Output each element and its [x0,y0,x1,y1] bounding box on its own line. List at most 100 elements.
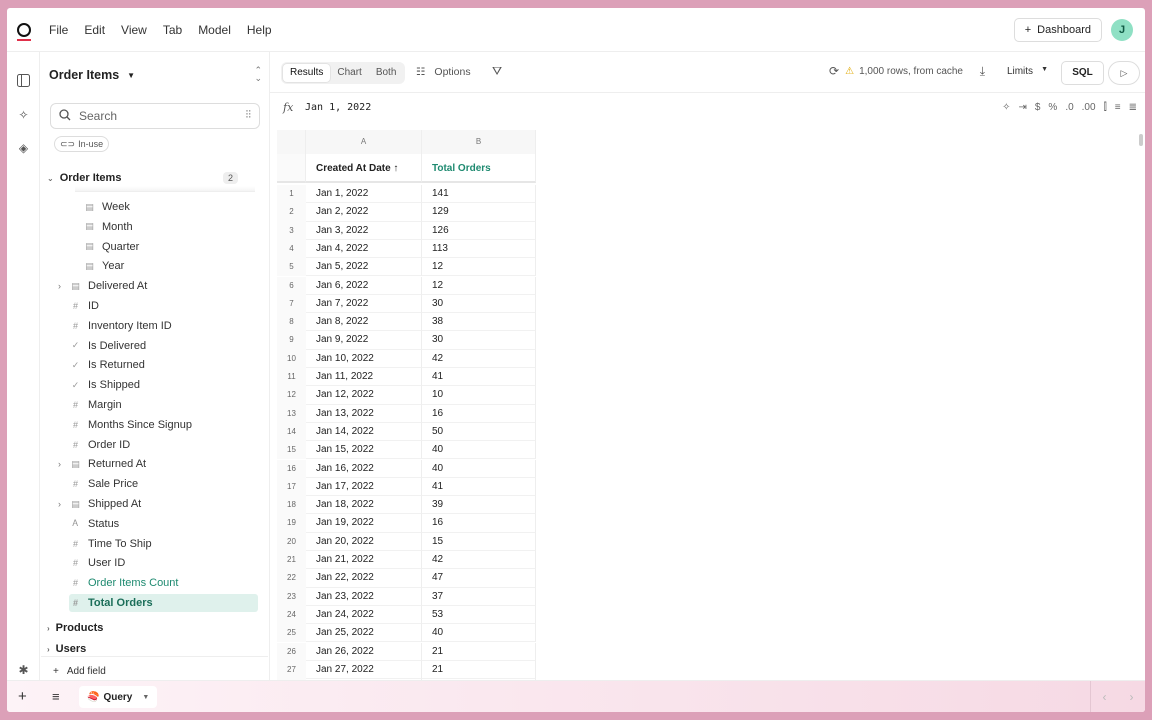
field-item[interactable]: › ▤ Delivered At [58,277,147,295]
table-cell[interactable]: 15 [422,532,536,551]
field-item[interactable]: # Order ID [71,436,130,454]
row-number[interactable]: 20 [277,532,306,551]
corner-cell[interactable] [277,130,306,154]
chevron-right-icon[interactable]: › [58,459,61,469]
refresh-icon[interactable]: ⟳ [829,64,839,78]
table-cell[interactable]: 16 [422,514,536,533]
table-cell[interactable]: Jan 8, 2022 [306,313,422,332]
options-button[interactable]: ☷ Options [416,66,471,78]
table-cell[interactable]: Jan 16, 2022 [306,459,422,478]
field-item[interactable]: # Sale Price [71,475,138,493]
avatar[interactable]: J [1111,19,1133,41]
menu-view[interactable]: View [121,23,147,37]
model-selector[interactable]: Order Items ▼ [49,68,135,82]
table-cell[interactable]: 40 [422,624,536,643]
tab-chart[interactable]: Chart [330,64,368,82]
table-cell[interactable]: Jan 10, 2022 [306,349,422,368]
table-cell[interactable]: 21 [422,642,536,661]
table-cell[interactable]: 50 [422,422,536,442]
row-number[interactable]: 14 [277,422,306,442]
header-total-orders[interactable]: Total Orders [422,154,536,183]
limits-dropdown[interactable]: Limits ▼ [1007,66,1048,77]
field-item[interactable]: Ꭺ Status [71,515,119,533]
group-products[interactable]: › Products [47,619,103,637]
field-item[interactable]: › ▤ Shipped At [58,495,141,513]
row-number[interactable]: 21 [277,551,306,570]
table-cell[interactable]: Jan 11, 2022 [306,368,422,387]
table-cell[interactable]: 12 [422,258,536,277]
row-number[interactable]: 6 [277,276,306,295]
table-cell[interactable]: 41 [422,477,536,497]
field-item[interactable]: ✓ Is Shipped [71,376,140,394]
table-cell[interactable]: Jan 18, 2022 [306,496,422,515]
field-item[interactable]: # Months Since Signup [71,416,192,434]
table-cell[interactable]: Jan 27, 2022 [306,660,422,680]
row-number[interactable]: 5 [277,258,306,277]
table-cell[interactable]: 40 [422,441,536,460]
row-number[interactable]: 2 [277,203,306,222]
table-cell[interactable]: 47 [422,569,536,588]
table-cell[interactable]: 37 [422,587,536,606]
row-number[interactable]: 10 [277,349,306,368]
search-input[interactable] [79,109,219,123]
date-part-item[interactable]: ▤ Month [85,218,132,236]
table-cell[interactable]: Jan 6, 2022 [306,276,422,295]
row-number[interactable]: 23 [277,587,306,606]
menu-edit[interactable]: Edit [84,23,105,37]
table-cell[interactable]: 42 [422,551,536,570]
row-number[interactable]: 15 [277,441,306,460]
bug-icon[interactable]: ✱ [16,663,31,678]
decrease-decimal-icon[interactable]: .0 [1065,102,1073,113]
wrap-text-icon[interactable]: ≣ [1129,102,1137,113]
row-number[interactable]: 17 [277,477,306,497]
tab-both[interactable]: Both [369,64,404,82]
table-cell[interactable]: Jan 26, 2022 [306,642,422,661]
sql-button[interactable]: SQL [1061,61,1104,85]
row-number[interactable]: 18 [277,496,306,515]
currency-icon[interactable]: $ [1035,102,1041,113]
row-number[interactable]: 25 [277,624,306,643]
group-order-items[interactable]: ⌄ Order Items [47,169,121,187]
row-number[interactable]: 22 [277,569,306,588]
chevron-right-icon[interactable]: › [1130,690,1134,704]
tabs-menu-icon[interactable]: ≡ [52,689,60,704]
expand-collapse-icon[interactable]: ⌃ ⌄ [254,66,262,83]
ai-format-icon[interactable]: ✧ [1002,102,1010,113]
field-item[interactable]: # ID [71,297,99,315]
table-cell[interactable]: Jan 3, 2022 [306,221,422,240]
sidebar-toggle-icon[interactable] [16,74,31,89]
sparkle-icon[interactable]: ✧ [16,108,31,123]
table-cell[interactable]: 30 [422,294,536,314]
chevron-left-icon[interactable]: ‹ [1103,690,1107,704]
app-logo-icon[interactable] [17,22,31,41]
row-number[interactable]: 3 [277,221,306,240]
menu-file[interactable]: File [49,23,68,37]
align-left-icon[interactable]: ≡ [1115,102,1121,113]
table-cell[interactable]: Jan 25, 2022 [306,624,422,643]
layers-icon[interactable]: ◈ [16,141,31,156]
table-cell[interactable]: 30 [422,331,536,350]
table-cell[interactable]: 129 [422,203,536,222]
table-cell[interactable]: Jan 2, 2022 [306,203,422,222]
add-field-button[interactable]: + Add field [53,666,106,677]
table-cell[interactable]: 16 [422,404,536,423]
field-item[interactable]: › ▤ Returned At [58,455,146,473]
table-cell[interactable]: 10 [422,386,536,405]
table-cell[interactable]: 141 [422,185,536,204]
row-number[interactable]: 1 [277,185,306,204]
row-number[interactable]: 11 [277,368,306,387]
table-cell[interactable]: 12 [422,276,536,295]
table-cell[interactable]: Jan 17, 2022 [306,477,422,497]
increase-decimal-icon[interactable]: .00 [1082,102,1096,113]
table-cell[interactable]: Jan 19, 2022 [306,514,422,533]
field-item[interactable]: # Margin [71,396,122,414]
chevron-right-icon[interactable]: › [58,281,61,291]
tab-results[interactable]: Results [283,64,331,82]
table-cell[interactable]: Jan 1, 2022 [306,185,422,204]
row-number[interactable]: 4 [277,239,306,259]
download-icon[interactable]: ⤓ [980,64,985,79]
vertical-scrollbar[interactable] [1139,134,1143,146]
table-cell[interactable]: 38 [422,313,536,332]
field-item[interactable]: ✓ Is Delivered [71,337,146,355]
table-cell[interactable]: 113 [422,239,536,259]
